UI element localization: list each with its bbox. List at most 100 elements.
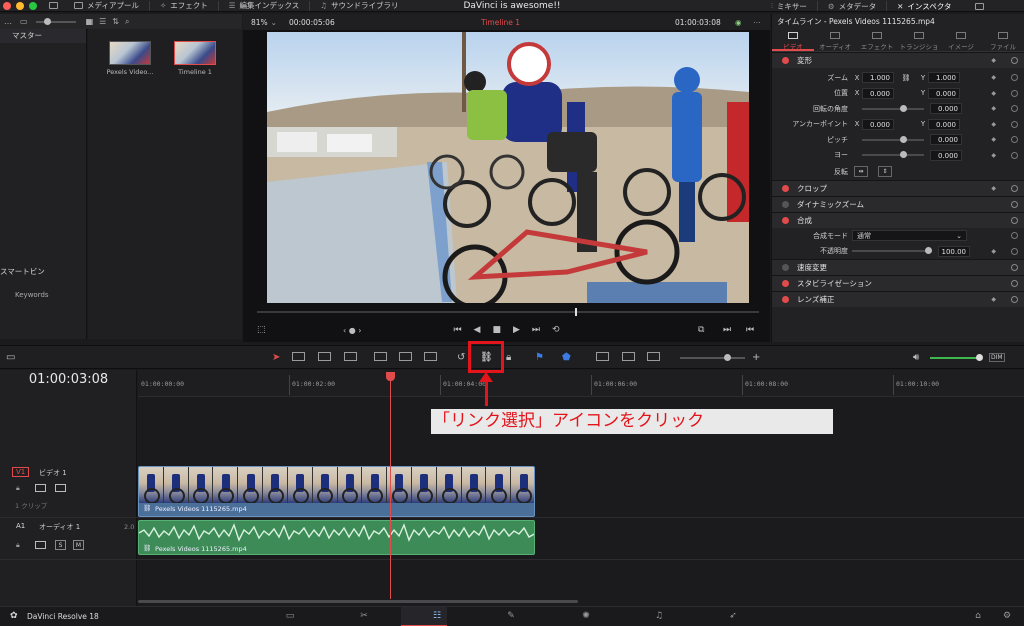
- clip-thumbnail[interactable]: [109, 41, 151, 65]
- playhead[interactable]: [390, 374, 391, 599]
- grid-view-icon[interactable]: ▦: [86, 17, 94, 26]
- trim-edit-icon[interactable]: [292, 352, 305, 361]
- panel-toggle-icon[interactable]: [49, 2, 58, 9]
- mixer-tab[interactable]: ⫶ ミキサー: [771, 1, 807, 12]
- media-page-icon[interactable]: ▭: [284, 611, 296, 622]
- settings-gear-icon[interactable]: ⚙: [1001, 611, 1013, 622]
- inspector-tab[interactable]: ✕ インスペクタ: [897, 1, 951, 12]
- reset-icon[interactable]: [1011, 105, 1018, 113]
- lock-icon[interactable]: 🔒︎: [16, 484, 20, 493]
- volume-slider[interactable]: [930, 354, 983, 361]
- master-bin[interactable]: マスター: [0, 29, 86, 43]
- reset-icon[interactable]: [1011, 136, 1018, 144]
- reset-icon[interactable]: [1011, 201, 1018, 208]
- transform-section[interactable]: 変形 ◆: [772, 52, 1024, 68]
- tab-video[interactable]: ビデオ: [772, 30, 814, 51]
- composite-section[interactable]: 合成: [772, 212, 1024, 228]
- flag-icon[interactable]: ⚑: [535, 352, 544, 363]
- fairlight-page-icon[interactable]: ♫: [653, 611, 665, 622]
- loop-icon[interactable]: ⟲: [552, 325, 560, 335]
- keyframe-icon[interactable]: ◆: [991, 121, 996, 128]
- lock-icon[interactable]: 🔒︎: [506, 352, 511, 363]
- auto-select-icon[interactable]: [35, 541, 46, 549]
- timeline-thumbnail[interactable]: [174, 41, 216, 65]
- enable-toggle[interactable]: [782, 280, 789, 287]
- timeline-name[interactable]: Timeline 1: [481, 18, 520, 27]
- minimize-window-button[interactable]: [16, 1, 24, 10]
- zoom-custom-icon[interactable]: [647, 352, 660, 361]
- flip-vertical-icon[interactable]: ⇕: [878, 166, 892, 177]
- keyframe-icon[interactable]: ◆: [991, 185, 996, 192]
- next-frame-icon[interactable]: ⏮: [746, 325, 754, 335]
- rotation-slider[interactable]: [862, 104, 924, 112]
- reset-icon[interactable]: [1011, 151, 1018, 159]
- list-view-icon[interactable]: ▭: [20, 17, 28, 26]
- reset-icon[interactable]: [1011, 247, 1018, 255]
- speed-change-section[interactable]: 速度変更: [772, 259, 1024, 275]
- sound-library-tab[interactable]: ♫ サウンドライブラリ: [320, 0, 398, 11]
- reset-icon[interactable]: [1011, 264, 1018, 271]
- reset-icon[interactable]: [1011, 74, 1018, 82]
- dynamic-trim-icon[interactable]: [318, 352, 331, 361]
- more-options-icon[interactable]: …: [4, 17, 12, 26]
- audio-clip[interactable]: ⛓ Pexels Videos 1115265.mp4: [138, 520, 535, 555]
- anchor-y-field[interactable]: 0.000: [928, 118, 960, 130]
- track-id-a1[interactable]: A1: [16, 522, 25, 530]
- yaw-slider[interactable]: [862, 151, 924, 159]
- search-icon[interactable]: ⌕: [125, 17, 129, 27]
- rotation-field[interactable]: 0.000: [930, 103, 962, 115]
- overwrite-clip-icon[interactable]: [399, 352, 412, 361]
- chevron-down-icon[interactable]: ⌄: [271, 18, 277, 27]
- stop-icon[interactable]: ■: [492, 325, 501, 335]
- snapping-icon[interactable]: ↺: [457, 352, 465, 363]
- keyframe-icon[interactable]: ◆: [991, 248, 996, 255]
- flip-horizontal-icon[interactable]: ⇹: [854, 166, 868, 177]
- video-clip[interactable]: ⛓ Pexels Videos 1115265.mp4: [138, 466, 535, 517]
- keyframe-icon[interactable]: ◆: [991, 90, 996, 97]
- enable-toggle[interactable]: [782, 57, 789, 64]
- edit-page-icon[interactable]: ☷: [431, 611, 443, 622]
- timeline-options-icon[interactable]: ▭: [6, 352, 15, 363]
- zoom-x-field[interactable]: 1.000: [862, 72, 894, 84]
- prev-edit-icon[interactable]: ‹ ● ›: [343, 326, 361, 335]
- match-frame-icon[interactable]: ⧉: [698, 325, 704, 335]
- smart-bin-keywords[interactable]: Keywords: [15, 291, 49, 299]
- position-y-field[interactable]: 0.000: [928, 87, 960, 99]
- blade-edit-icon[interactable]: [344, 352, 357, 361]
- insert-clip-icon[interactable]: [374, 352, 387, 361]
- metadata-tab[interactable]: ⚙ メタデータ: [828, 1, 876, 12]
- keyframe-icon[interactable]: ◆: [991, 105, 996, 112]
- reset-icon[interactable]: [1011, 232, 1018, 240]
- tab-file[interactable]: ファイル: [982, 30, 1024, 51]
- viewer-scrub-bar[interactable]: [257, 308, 759, 316]
- composite-mode-select[interactable]: 通常 ⌄: [852, 230, 967, 242]
- auto-select-icon[interactable]: [35, 484, 46, 492]
- enable-toggle[interactable]: [782, 217, 789, 224]
- more-options-icon[interactable]: ⋯: [753, 18, 761, 27]
- track-visibility-icon[interactable]: [55, 484, 66, 492]
- clip-frame-icon[interactable]: ⬚: [257, 325, 266, 335]
- timeline-scrollbar[interactable]: [138, 600, 578, 603]
- lock-icon[interactable]: 🔒︎: [16, 541, 20, 550]
- tab-effects[interactable]: エフェクト: [856, 30, 898, 51]
- effects-tab[interactable]: ✧ エフェクト: [160, 0, 208, 11]
- zoom-level[interactable]: 81%: [251, 18, 268, 27]
- keyframe-icon[interactable]: ◆: [991, 74, 996, 81]
- tab-transition[interactable]: トランジション: [898, 30, 940, 61]
- selection-tool-icon[interactable]: ➤: [272, 352, 280, 363]
- stabilization-section[interactable]: スタビライゼーション: [772, 275, 1024, 291]
- tab-image[interactable]: イメージ: [940, 30, 982, 51]
- opacity-field[interactable]: 100.00: [938, 245, 970, 257]
- zoom-full-icon[interactable]: [596, 352, 609, 361]
- tab-audio[interactable]: オーディオ: [814, 30, 856, 51]
- replace-clip-icon[interactable]: [424, 352, 437, 361]
- keyframe-icon[interactable]: ◆: [991, 136, 996, 143]
- link-icon[interactable]: ⛓: [894, 74, 918, 82]
- zoom-y-field[interactable]: 1.000: [928, 72, 960, 84]
- position-x-field[interactable]: 0.000: [862, 87, 894, 99]
- enable-toggle[interactable]: [782, 201, 789, 208]
- cut-page-icon[interactable]: ✂: [358, 611, 370, 622]
- pitch-field[interactable]: 0.000: [930, 134, 962, 146]
- edit-index-tab[interactable]: ☰ 編集インデックス: [229, 0, 300, 11]
- close-window-button[interactable]: [3, 1, 11, 10]
